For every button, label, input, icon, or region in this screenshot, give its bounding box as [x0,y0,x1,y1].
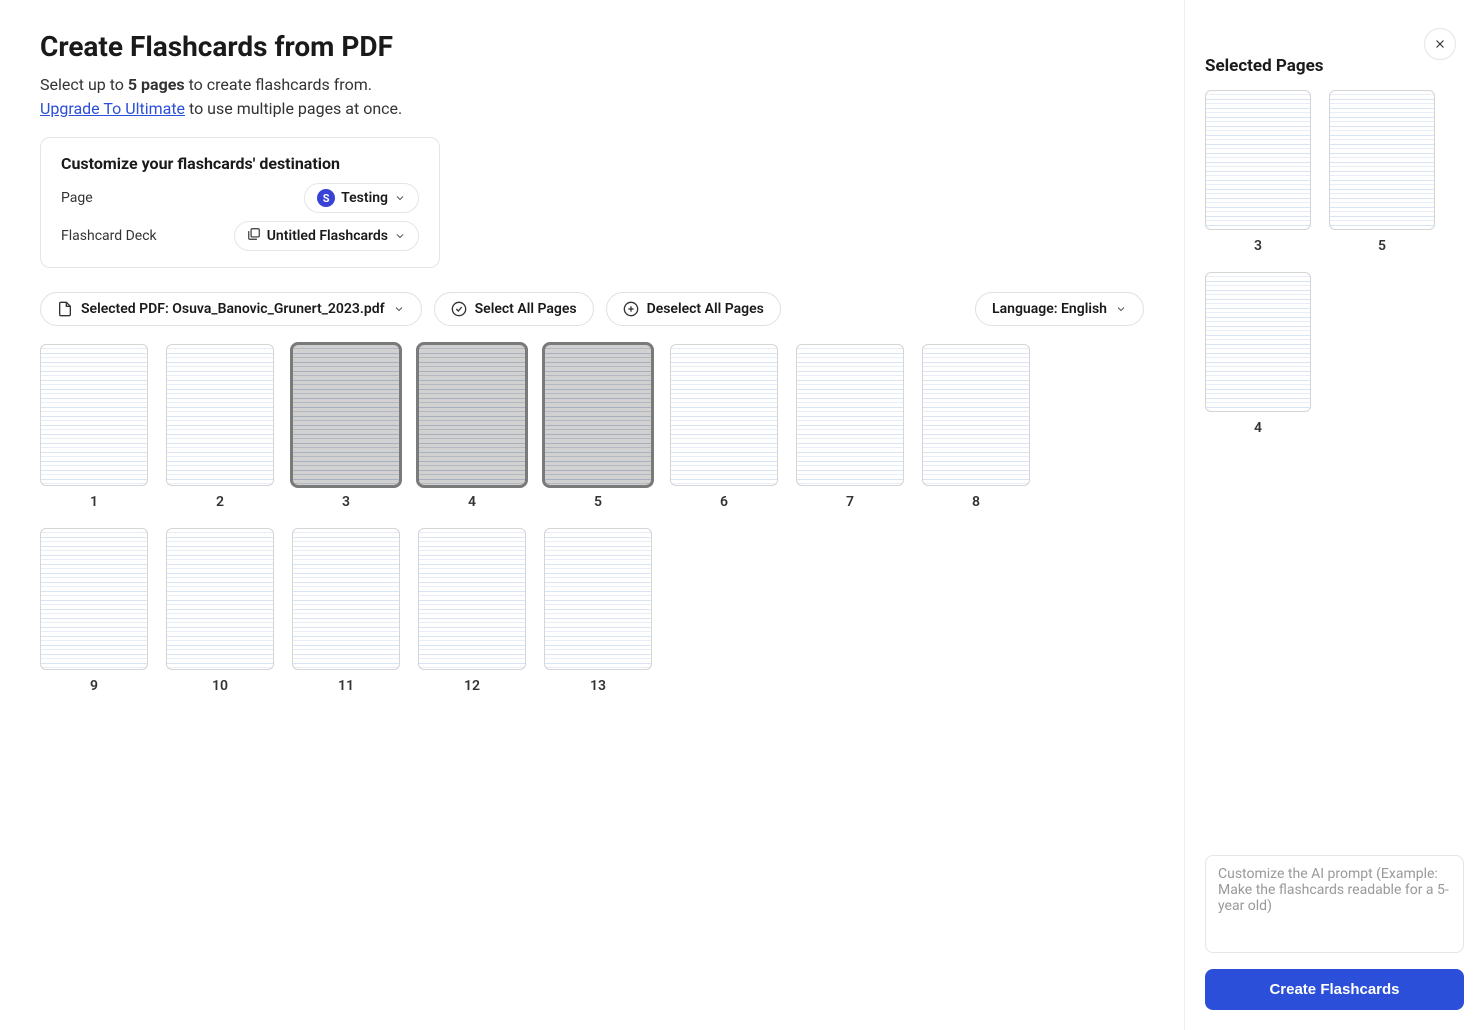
language-label: Language: English [992,301,1107,317]
subtitle-line-2: Upgrade To Ultimate to use multiple page… [40,97,1144,121]
close-icon [1433,37,1447,51]
thumbnail-image [40,344,148,486]
thumbnail-image [166,528,274,670]
page-thumbnail[interactable]: 8 [922,344,1030,510]
page-thumbnail[interactable]: 5 [544,344,652,510]
thumbnail-image [670,344,778,486]
thumbnail-image [292,344,400,486]
thumbnail-image [922,344,1030,486]
selected-thumbnail[interactable]: 4 [1205,272,1311,436]
subtitle-prefix: Select up to [40,75,128,94]
page-number: 1 [90,494,98,510]
thumbnail-image [40,528,148,670]
page-number: 6 [720,494,728,510]
chevron-down-icon [393,303,405,315]
thumbnail-image [1329,90,1435,230]
page-thumbnail[interactable]: 1 [40,344,148,510]
thumbnail-image [166,344,274,486]
document-icon [57,301,73,317]
page-number: 10 [212,678,228,694]
page-number: 4 [468,494,476,510]
thumbnail-image [544,344,652,486]
stack-icon [247,227,261,245]
selected-pdf-dropdown[interactable]: Selected PDF: Osuva_Banovic_Grunert_2023… [40,292,422,326]
page-number: 13 [590,678,606,694]
select-all-button[interactable]: Select All Pages [434,292,594,326]
subtitle-line-1: Select up to 5 pages to create flashcard… [40,73,1144,97]
plus-circle-icon [623,301,639,317]
thumbnail-image [1205,90,1311,230]
page-thumbnail[interactable]: 3 [292,344,400,510]
page-thumbnail[interactable]: 13 [544,528,652,694]
thumbnail-image [1205,272,1311,412]
create-flashcards-button[interactable]: Create Flashcards [1205,969,1464,1010]
deselect-all-label: Deselect All Pages [647,301,764,317]
language-dropdown[interactable]: Language: English [975,292,1144,326]
chevron-down-icon [394,230,406,242]
page-thumbnail[interactable]: 12 [418,528,526,694]
deselect-all-button[interactable]: Deselect All Pages [606,292,781,326]
page-value: Testing [341,190,388,206]
s-badge-icon: S [317,189,335,207]
thumbnail-image [292,528,400,670]
page-thumbnail[interactable]: 4 [418,344,526,510]
selected-thumbnail[interactable]: 5 [1329,90,1435,254]
page-number: 9 [90,678,98,694]
selected-pdf-name: Osuva_Banovic_Grunert_2023.pdf [172,301,384,317]
page-thumbnail[interactable]: 7 [796,344,904,510]
page-thumbnail[interactable]: 2 [166,344,274,510]
deck-label: Flashcard Deck [61,228,157,244]
selected-thumbnail[interactable]: 3 [1205,90,1311,254]
page-number: 7 [846,494,854,510]
page-number: 5 [594,494,602,510]
page-number: 12 [464,678,480,694]
check-circle-icon [451,301,467,317]
close-button[interactable] [1424,28,1456,60]
destination-box: Customize your flashcards' destination P… [40,137,440,268]
thumbnail-image [418,528,526,670]
deck-selector[interactable]: Untitled Flashcards [234,221,419,251]
page-number: 2 [216,494,224,510]
selected-pages-grid: 3 5 4 [1205,90,1464,855]
selected-pdf-prefix: Selected PDF: [81,301,172,317]
upgrade-suffix: to use multiple pages at once. [185,99,402,118]
subtitle-bold: 5 pages [128,75,185,94]
deck-value: Untitled Flashcards [267,228,388,244]
page-thumbnail[interactable]: 10 [166,528,274,694]
chevron-down-icon [394,192,406,204]
page-thumbnail[interactable]: 9 [40,528,148,694]
page-number: 11 [338,678,354,694]
thumbnail-image [544,528,652,670]
page-number: 3 [342,494,350,510]
page-number: 3 [1254,238,1262,254]
upgrade-link[interactable]: Upgrade To Ultimate [40,99,185,118]
thumbnail-image [418,344,526,486]
page-number: 4 [1254,420,1262,436]
page-thumbnail[interactable]: 11 [292,528,400,694]
page-number: 5 [1378,238,1386,254]
prompt-input[interactable] [1205,855,1464,953]
page-title: Create Flashcards from PDF [40,30,1144,63]
destination-title: Customize your flashcards' destination [61,154,419,173]
page-thumbnails-grid: 12345678910111213 [40,344,1144,694]
chevron-down-icon [1115,303,1127,315]
thumbnail-image [796,344,904,486]
subtitle-suffix: to create flashcards from. [185,75,372,94]
page-selector[interactable]: S Testing [304,183,419,213]
select-all-label: Select All Pages [475,301,577,317]
page-label: Page [61,190,93,206]
page-thumbnail[interactable]: 6 [670,344,778,510]
page-number: 8 [972,494,980,510]
